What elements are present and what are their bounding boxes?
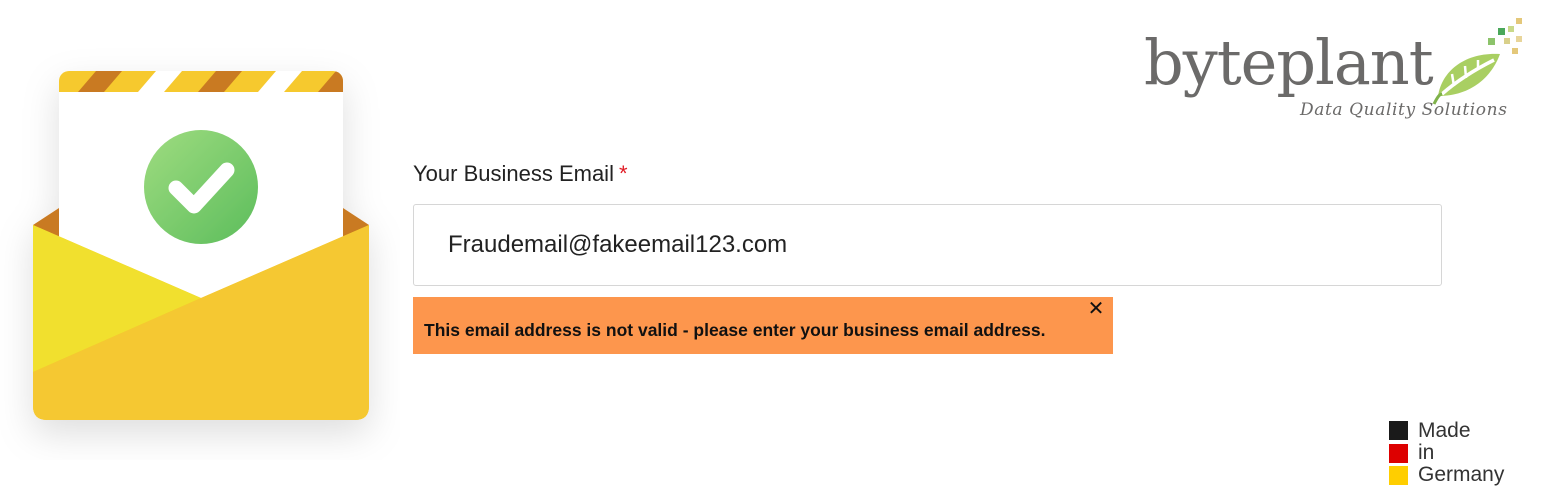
flag-stripe-red: [1389, 444, 1408, 463]
error-message: This email address is not valid - please…: [424, 320, 1046, 340]
flag-stripe-black: [1389, 421, 1408, 440]
error-banner: This email address is not valid - please…: [413, 297, 1113, 354]
leaf-icon: [1432, 18, 1522, 105]
close-icon[interactable]: ✕: [1087, 299, 1105, 319]
email-field-label: Your Business Email *: [413, 161, 628, 187]
envelope-check-illustration: [33, 71, 369, 420]
made-in-germany-badge: Made in Germany: [1389, 420, 1529, 490]
email-label-text: Your Business Email: [413, 161, 614, 186]
badge-line-in: in: [1418, 441, 1435, 464]
check-circle-icon: [144, 130, 258, 244]
required-marker: *: [618, 161, 628, 186]
brand-logo: byteplant Data Quality Solutions: [1140, 14, 1530, 124]
flag-stripe-gold: [1389, 466, 1408, 485]
email-input[interactable]: [413, 204, 1442, 286]
badge-line-germany: Germany: [1418, 463, 1505, 486]
badge-line-made: Made: [1418, 419, 1471, 442]
brand-name: byteplant: [1144, 26, 1434, 99]
